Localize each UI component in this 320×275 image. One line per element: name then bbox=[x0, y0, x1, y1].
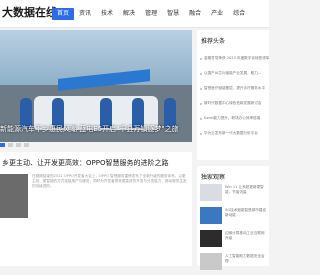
pick-title[interactable]: 人工智能助力数据安全治理 bbox=[225, 254, 267, 264]
nav-item-tech[interactable]: 技术 bbox=[96, 8, 118, 20]
nav-item-industry[interactable]: 产业 bbox=[206, 8, 228, 20]
slider-dot[interactable] bbox=[24, 143, 29, 147]
headline-item[interactable]: 金蝶苍穹荣获 2023 年度数字化转型领军服务商 bbox=[197, 51, 269, 66]
pick-item[interactable]: 人工智能助力数据安全治理 bbox=[200, 253, 268, 275]
nav-item-management[interactable]: 管理 bbox=[140, 8, 162, 20]
site-logo[interactable]: 大数据在线 bbox=[2, 4, 57, 20]
nav-item-news[interactable]: 资讯 bbox=[74, 8, 96, 20]
pick-title[interactable]: Win 11 让系统更新更智能，节省流量 bbox=[225, 185, 267, 195]
headlines-title: 推荐头条 bbox=[201, 38, 226, 45]
pick-thumbnail[interactable] bbox=[200, 253, 222, 270]
headline-item[interactable]: 智慧医疗赋能基层，提升诊疗服务水平 bbox=[197, 81, 269, 96]
pick-item[interactable]: Win 11 让系统更新更智能，节省流量 bbox=[200, 184, 268, 206]
headlines-list: 金蝶苍穹荣获 2023 年度数字化转型领军服务商 以国产AI芯片赋能产业发展，助… bbox=[197, 51, 269, 141]
headline-item[interactable]: 华为云发布新一代大数据分析平台 bbox=[197, 126, 269, 141]
headline-item[interactable]: 新时代数据中心绿色低碳发展研讨会 bbox=[197, 96, 269, 111]
nav-item-home[interactable]: 首页 bbox=[52, 8, 75, 20]
headlines-panel: 推荐头条 金蝶苍穹荣获 2023 年度数字化转型领军服务商 以国产AI芯片赋能产… bbox=[197, 30, 269, 160]
slider-dot[interactable] bbox=[8, 143, 13, 147]
article-summary: 在刚刚结束的2022 OPPO开发者大会上，OPPO 智慧服务重磅发布了全新升级… bbox=[32, 174, 187, 189]
main-nav: 首页 资讯 技术 解决 管理 智慧 融合 产业 综合 bbox=[52, 8, 250, 20]
sidebar: 推荐头条 金蝶苍穹荣获 2023 年度数字化转型领军服务商 以国产AI芯片赋能产… bbox=[197, 30, 269, 270]
nav-item-smart[interactable]: 智慧 bbox=[162, 8, 184, 20]
hero-caption[interactable]: 新能源汽车下乡惠民风潮 蓝电E5开启"千县万镇逐梦"之旅 bbox=[0, 124, 192, 134]
nav-item-general[interactable]: 综合 bbox=[228, 8, 250, 20]
pick-item[interactable]: 边缘计算推动工业互联网升级 bbox=[200, 230, 268, 252]
nav-item-fusion[interactable]: 融合 bbox=[184, 8, 206, 20]
headline-item[interactable]: Excel能力提升，职场办公效率倍增 bbox=[197, 111, 269, 126]
pick-thumbnail[interactable] bbox=[200, 184, 222, 201]
pick-thumbnail[interactable] bbox=[200, 230, 222, 247]
slider-dots bbox=[0, 143, 29, 147]
top-bar: 大数据在线 首页 资讯 技术 解决 管理 智慧 融合 产业 综合 bbox=[0, 0, 269, 28]
picks-title: 独家观察 bbox=[201, 174, 226, 181]
slider-dot[interactable] bbox=[16, 143, 21, 147]
picks-panel: 独家观察 Win 11 让系统更新更智能，节省流量 5G技术赋能智慧城市建设新动… bbox=[197, 166, 269, 270]
pick-item[interactable]: 5G技术赋能智慧城市建设新动能 bbox=[200, 207, 268, 229]
hero-slide[interactable]: 新能源汽车下乡惠民风潮 蓝电E5开启"千县万镇逐梦"之旅 bbox=[0, 30, 192, 142]
article-card: 乡更主动、让开发更高效：OPPO智慧服务的进阶之路 在刚刚结束的2022 OPP… bbox=[0, 152, 192, 266]
article-title[interactable]: 乡更主动、让开发更高效：OPPO智慧服务的进阶之路 bbox=[2, 158, 168, 168]
slider-dot[interactable] bbox=[0, 143, 5, 147]
headline-item[interactable]: 以国产AI芯片赋能产业发展，助力... bbox=[197, 66, 269, 81]
pick-title[interactable]: 5G技术赋能智慧城市建设新动能 bbox=[225, 208, 267, 218]
pick-thumbnail[interactable] bbox=[200, 207, 222, 224]
article-thumbnail[interactable] bbox=[0, 174, 28, 218]
nav-item-solutions[interactable]: 解决 bbox=[118, 8, 140, 20]
pick-title[interactable]: 边缘计算推动工业互联网升级 bbox=[225, 231, 267, 241]
